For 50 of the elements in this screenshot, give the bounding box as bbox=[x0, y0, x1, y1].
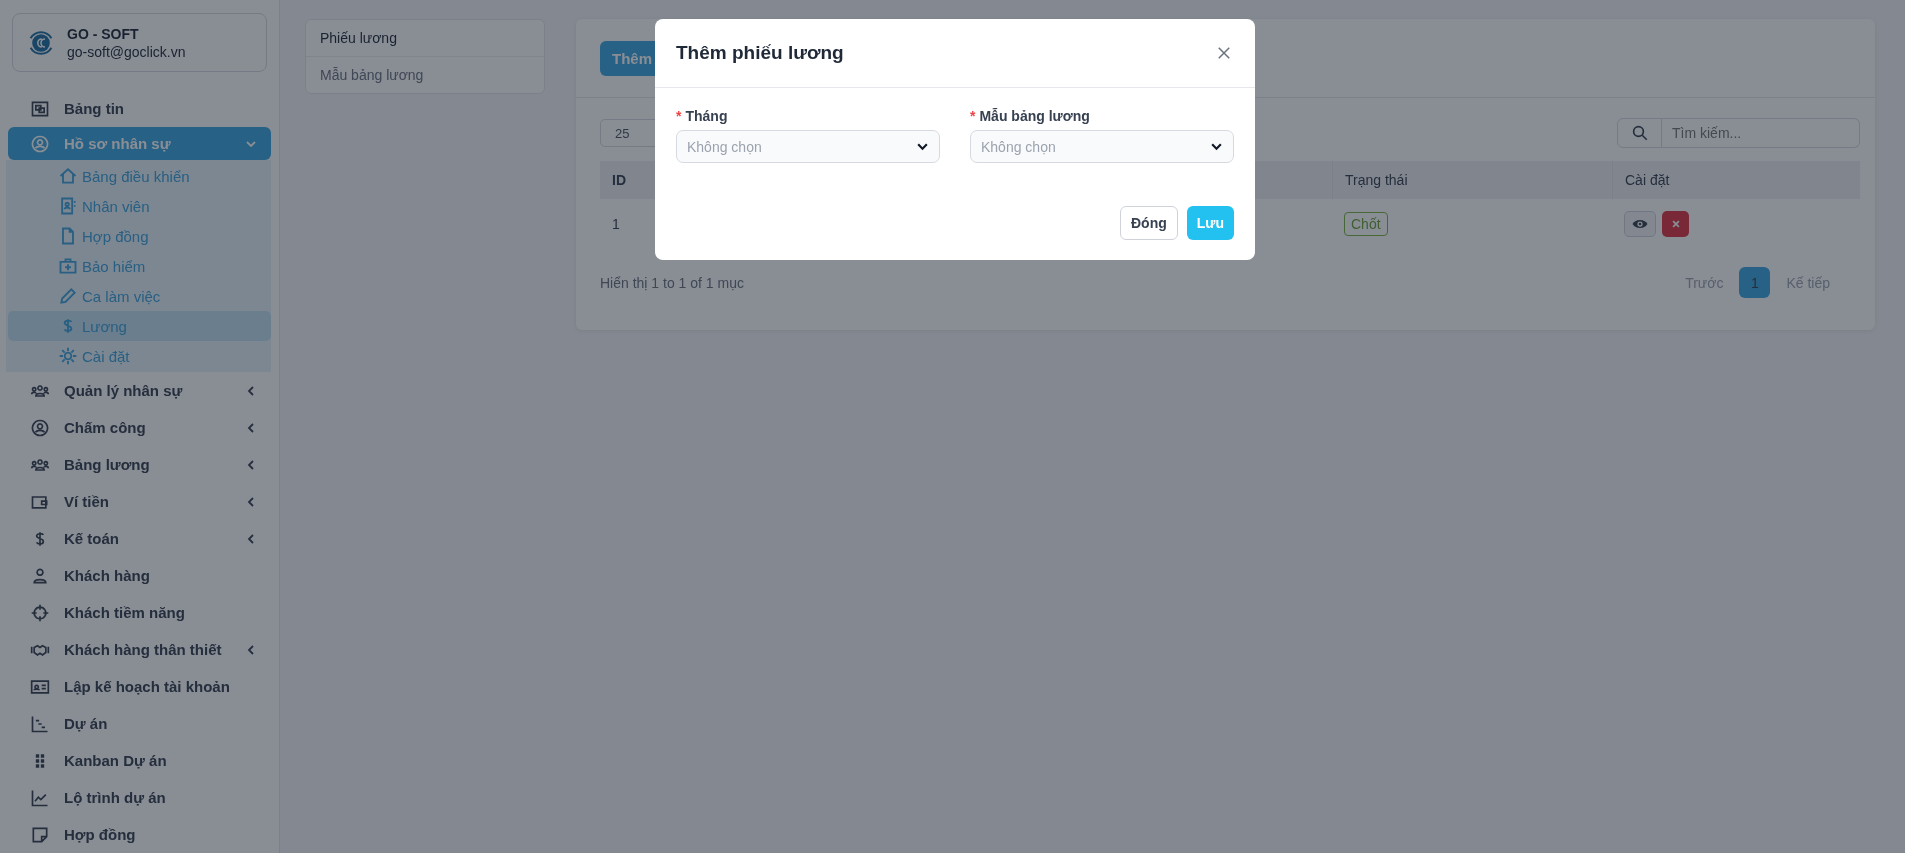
view-button[interactable] bbox=[1624, 211, 1656, 237]
close-button[interactable]: Đóng bbox=[1120, 206, 1178, 240]
sidebar-item[interactable]: Khách hàng bbox=[8, 557, 271, 594]
search-field[interactable]: Tìm kiếm... bbox=[1662, 118, 1860, 148]
sidebar-item[interactable]: Kanban Dự án bbox=[8, 742, 271, 779]
close-icon[interactable] bbox=[1215, 44, 1233, 62]
submenu-item[interactable]: Ca làm việc bbox=[8, 281, 271, 311]
sidebar-item[interactable]: Bảng tin bbox=[8, 90, 271, 127]
brand-name: GO - SOFT bbox=[67, 24, 140, 43]
sidebar-item[interactable]: Quản lý nhân sự bbox=[8, 372, 271, 409]
subnav-item[interactable]: Phiếu lương bbox=[306, 20, 544, 56]
pencil-icon bbox=[58, 286, 78, 306]
sidebar-item[interactable]: Dự án bbox=[8, 705, 271, 742]
field-label: Mẫu bảng lương bbox=[979, 108, 1090, 124]
crosshair-icon bbox=[30, 602, 50, 623]
sidebar-item[interactable]: Hợp đồng bbox=[8, 816, 271, 853]
sidebar-item[interactable]: Khách tiềm năng bbox=[8, 594, 271, 631]
column-header: Trạng thái bbox=[1332, 161, 1612, 199]
select-field[interactable]: Không chọn bbox=[676, 130, 940, 163]
submenu-item[interactable]: Cài đặt bbox=[8, 341, 271, 371]
sidebar-item[interactable]: Kế toán bbox=[8, 520, 271, 557]
column-header: ID bbox=[611, 171, 627, 190]
table-cell: 1 bbox=[612, 216, 620, 232]
modal-title: Thêm phiếu lương bbox=[676, 42, 844, 64]
sidebar-item[interactable]: Ví tiền bbox=[8, 483, 271, 520]
home-icon bbox=[58, 166, 78, 186]
sidebar-item[interactable]: Lộ trình dự án bbox=[8, 779, 271, 816]
sidebar-item[interactable]: Chấm công bbox=[8, 409, 271, 446]
delete-button[interactable] bbox=[1662, 211, 1689, 237]
save-button[interactable]: Lưu bbox=[1186, 206, 1234, 240]
search-icon bbox=[1630, 124, 1649, 142]
search-button[interactable] bbox=[1617, 118, 1662, 148]
column-header: Cài đặt bbox=[1612, 161, 1860, 199]
submenu-item[interactable]: Nhân viên bbox=[8, 191, 271, 221]
subnav-item[interactable]: Mẫu bảng lương bbox=[306, 56, 544, 93]
sidebar-item[interactable]: Bảng lương bbox=[8, 446, 271, 483]
sidebar-item[interactable]: Hồ sơ nhân sự bbox=[8, 127, 271, 160]
medkit-icon bbox=[58, 256, 78, 276]
brand-email: go-soft@goclick.vn bbox=[67, 42, 186, 61]
page-button[interactable]: 1 bbox=[1739, 267, 1771, 298]
select-field[interactable]: Không chọn bbox=[970, 130, 1234, 163]
status-badge: Chốt bbox=[1344, 212, 1388, 236]
sidebar-item[interactable]: Khách hàng thân thiết bbox=[8, 631, 271, 668]
id-badge-icon bbox=[58, 196, 78, 216]
submenu-item[interactable]: Hợp đồng bbox=[8, 221, 271, 251]
table-summary: Hiển thị 1 to 1 of 1 mục bbox=[600, 274, 744, 291]
required-mark: * bbox=[970, 108, 976, 124]
sidebar-item[interactable]: Lập kế hoạch tài khoản bbox=[8, 668, 271, 705]
submenu-item[interactable]: Bảng điều khiển bbox=[8, 161, 271, 191]
submenu-item[interactable]: Bảo hiểm bbox=[8, 251, 271, 281]
